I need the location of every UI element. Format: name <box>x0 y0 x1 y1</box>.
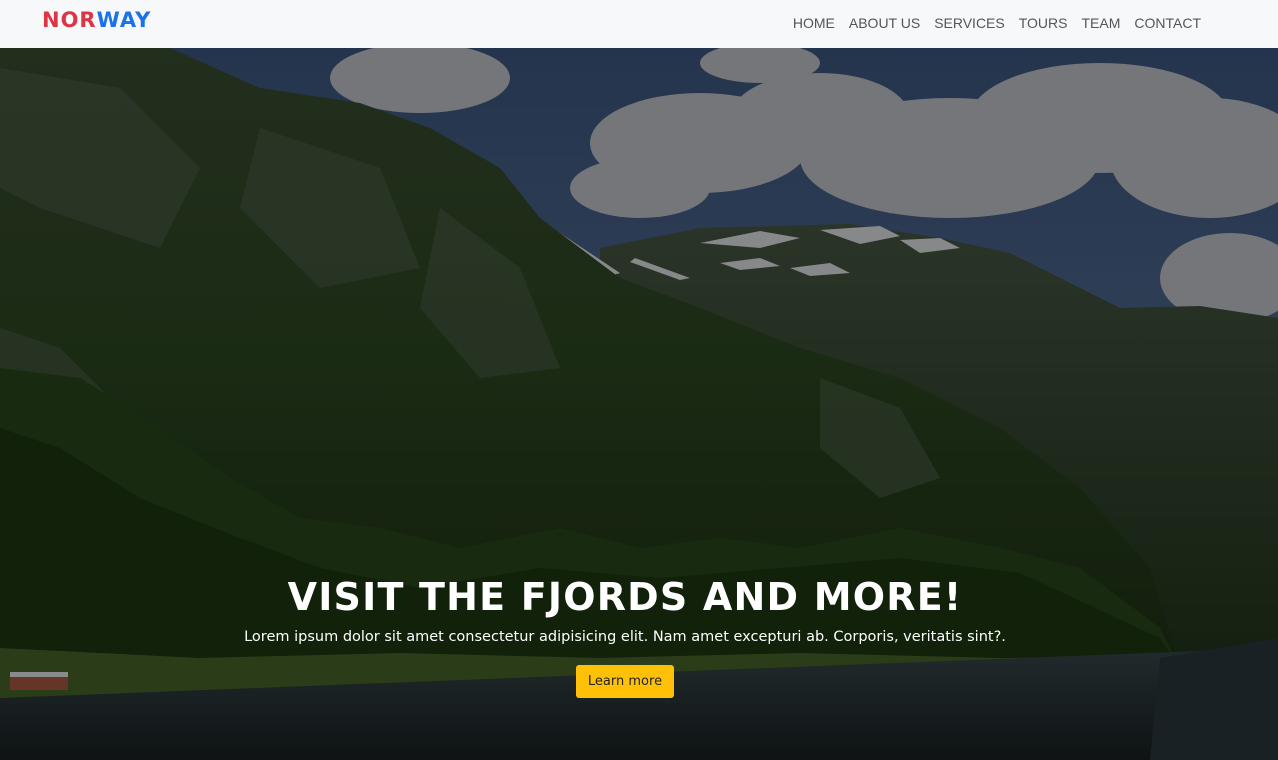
hero-subtitle: Lorem ipsum dolor sit amet consectetur a… <box>244 629 1006 645</box>
hero-content: VISIT THE FJORDS AND MORE! Lorem ipsum d… <box>0 574 1250 698</box>
brand-text-nor: NOR <box>42 8 97 32</box>
nav-item-contact[interactable]: CONTACT <box>1134 15 1201 31</box>
hero-title: VISIT THE FJORDS AND MORE! <box>287 575 963 619</box>
nav-item-about-us[interactable]: ABOUT US <box>849 15 920 31</box>
nav-item-tours[interactable]: TOURS <box>1019 15 1068 31</box>
learn-more-button[interactable]: Learn more <box>575 665 675 698</box>
nav-item-home[interactable]: HOME <box>793 15 835 31</box>
navbar: NORWAY HOME ABOUT US SERVICES TOURS TEAM… <box>0 0 1278 48</box>
nav-links: HOME ABOUT US SERVICES TOURS TEAM CONTAC… <box>793 13 1201 32</box>
brand-logo[interactable]: NORWAY <box>42 8 151 32</box>
nav-item-services[interactable]: SERVICES <box>934 15 1005 31</box>
hero-section: VISIT THE FJORDS AND MORE! Lorem ipsum d… <box>0 48 1278 760</box>
nav-item-team[interactable]: TEAM <box>1081 15 1120 31</box>
brand-text-way: WAY <box>96 8 152 32</box>
